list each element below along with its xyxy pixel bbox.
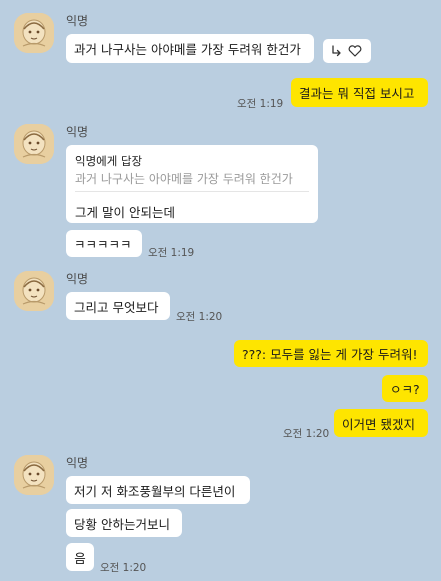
sender-name: 익명 [66, 125, 89, 139]
message-text: 결과는 뭐 직접 보시고 [299, 86, 415, 101]
message-text: 그게 말이 안되는데 [75, 205, 175, 220]
message-bubble[interactable]: 저기 저 화조풍월부의 다른년이 [66, 476, 250, 504]
message-time: 오전 1:20 [100, 562, 147, 574]
message-text: 당황 안하는거보니 [74, 516, 170, 532]
message-time: 오전 1:19 [237, 98, 284, 110]
message-text: 음 [74, 550, 86, 566]
message-reactions[interactable] [323, 39, 371, 63]
message-text: ㅇㅋ? [390, 382, 420, 397]
heart-outline-icon[interactable] [348, 45, 362, 57]
reply-divider [75, 191, 309, 192]
reply-arrow-icon[interactable] [330, 45, 342, 57]
message-text: ㅋㅋㅋㅋㅋ [74, 237, 132, 252]
message-bubble[interactable]: 음 [66, 543, 94, 571]
reply-message-bubble[interactable]: 익명에게 답장 과거 나구사는 아야메를 가장 두려워 한건가 그게 말이 안되… [66, 145, 318, 223]
message-time: 오전 1:20 [283, 428, 330, 440]
sender-name: 익명 [66, 14, 89, 28]
message-bubble-mine[interactable]: 이거면 됐겠지 [334, 409, 428, 437]
message-text: 그리고 무엇보다 [74, 299, 159, 315]
avatar[interactable] [14, 455, 54, 495]
sender-name: 익명 [66, 456, 89, 470]
avatar[interactable] [14, 124, 54, 164]
message-bubble-mine[interactable]: ㅇㅋ? [382, 375, 428, 402]
avatar[interactable] [14, 13, 54, 53]
message-time: 오전 1:20 [176, 311, 223, 323]
message-bubble[interactable]: 그리고 무엇보다 [66, 292, 170, 320]
message-text: 이거면 됐겠지 [342, 416, 415, 432]
message-text: ???: 모두를 잃는 게 가장 두려워! [242, 347, 418, 362]
reply-title: 익명에게 답장 [75, 154, 143, 168]
message-bubble-mine[interactable]: 결과는 뭐 직접 보시고 [291, 78, 428, 107]
reply-quote: 과거 나구사는 아야메를 가장 두려워 한건가 [75, 172, 293, 186]
message-bubble-mine[interactable]: ???: 모두를 잃는 게 가장 두려워! [234, 340, 428, 367]
message-bubble[interactable]: ㅋㅋㅋㅋㅋ [66, 230, 142, 257]
message-bubble[interactable]: 당황 안하는거보니 [66, 509, 182, 537]
sender-name: 익명 [66, 272, 89, 286]
avatar[interactable] [14, 271, 54, 311]
message-time: 오전 1:19 [148, 247, 195, 259]
message-text: 과거 나구사는 아야메를 가장 두려워 한건가 [74, 42, 301, 57]
message-text: 저기 저 화조풍월부의 다른년이 [74, 483, 236, 499]
message-bubble[interactable]: 과거 나구사는 아야메를 가장 두려워 한건가 [66, 34, 314, 63]
